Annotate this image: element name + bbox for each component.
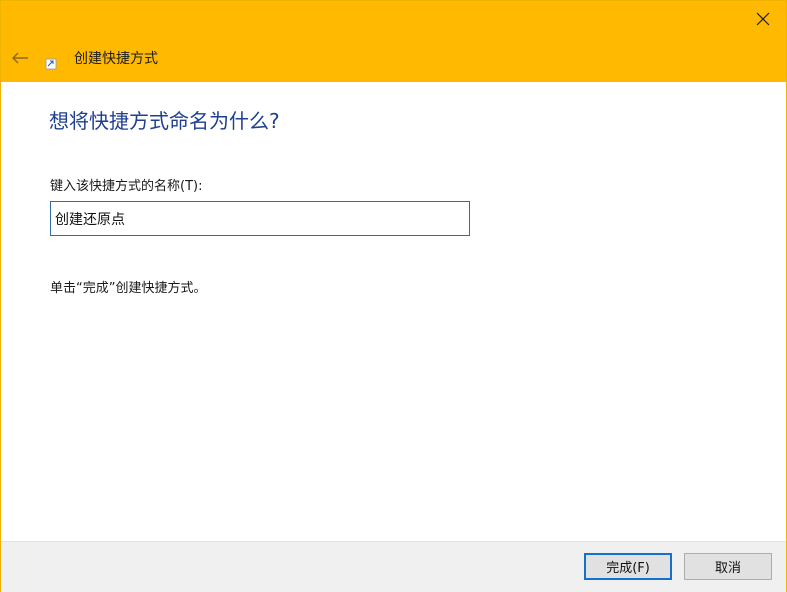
create-shortcut-window: 创建快捷方式 想将快捷方式命名为什么? 键入该快捷方式的名称(T): 单击“完成… [0,0,787,592]
cancel-button[interactable]: 取消 [684,553,772,580]
back-arrow-icon [12,52,28,64]
shortcut-icon [45,55,57,70]
finish-hint: 单击“完成”创建快捷方式。 [50,281,207,296]
name-field-label: 键入该快捷方式的名称(T): [50,179,203,194]
close-icon [756,12,770,26]
finish-button[interactable]: 完成(F) [584,553,672,580]
button-bar: 完成(F) 取消 [1,541,786,592]
title-bar: 创建快捷方式 [1,1,786,82]
page-heading: 想将快捷方式命名为什么? [49,109,280,133]
wizard-title: 创建快捷方式 [74,51,158,67]
shortcut-name-input[interactable] [50,201,470,236]
close-button[interactable] [740,1,786,37]
back-button[interactable] [5,45,35,71]
